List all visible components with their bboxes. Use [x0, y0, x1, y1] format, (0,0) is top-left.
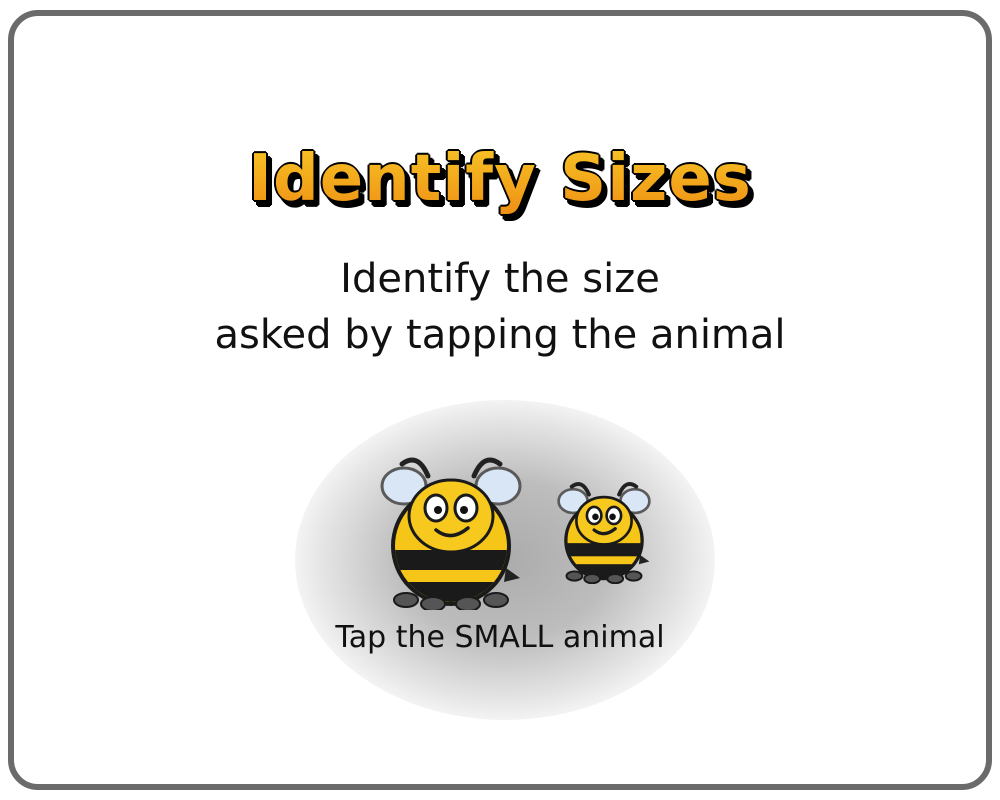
small-bee-animal[interactable] — [556, 476, 652, 585]
size-prompt: Tap the SMALL animal — [335, 620, 665, 655]
big-bee-animal[interactable] — [378, 450, 524, 612]
bee-icon — [557, 482, 651, 585]
instructions-line-1: Identify the size — [340, 256, 660, 302]
game-title: Identify Sizes — [0, 142, 1000, 216]
instructions-line-2: asked by tapping the animal — [214, 312, 786, 358]
bee-icon — [380, 457, 522, 612]
